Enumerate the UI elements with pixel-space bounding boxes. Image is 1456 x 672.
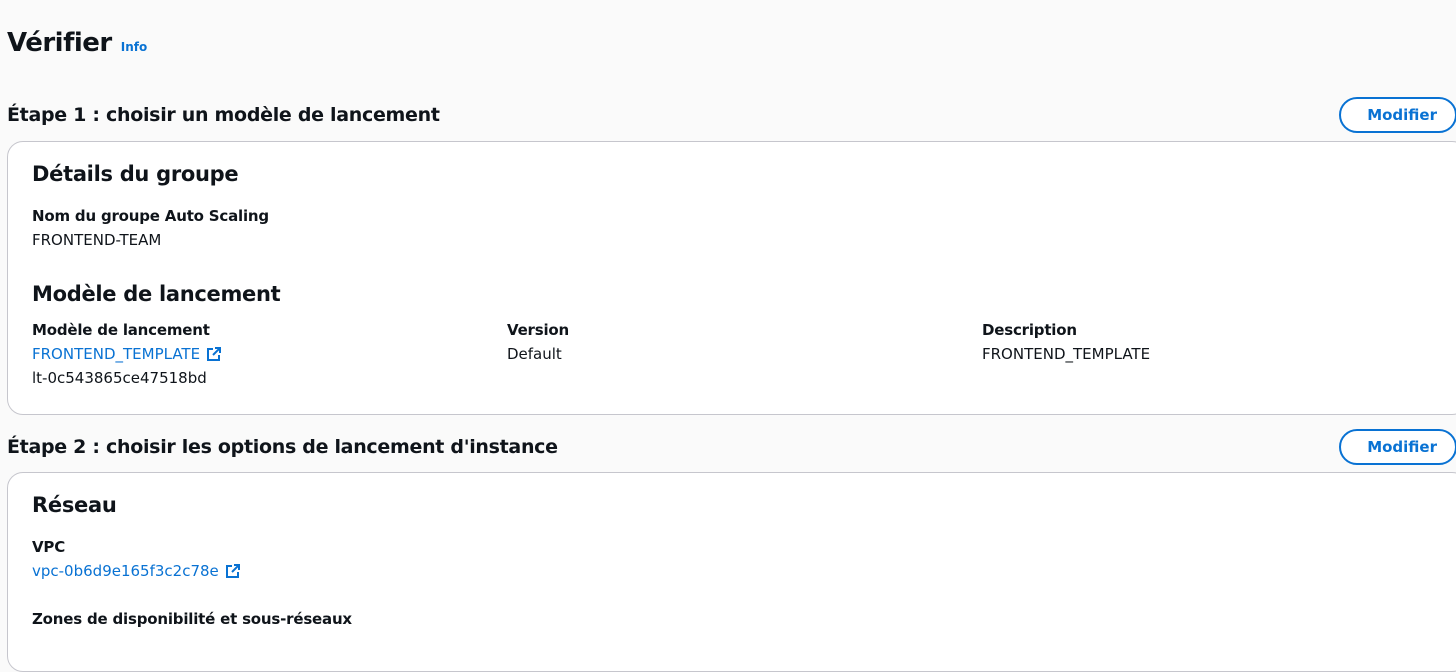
external-link-icon — [207, 347, 222, 361]
step1-title: Étape 1 : choisir un modèle de lancement — [7, 104, 440, 126]
zones-label: Zones de disponibilité et sous-réseaux — [32, 610, 352, 628]
network-heading: Réseau — [32, 493, 117, 517]
description-label: Description — [982, 321, 1077, 339]
version-label: Version — [507, 321, 570, 339]
page-header: Vérifier Info — [7, 28, 147, 58]
description-value: FRONTEND_TEMPLATE — [982, 345, 1151, 363]
step2-card: Réseau VPC vpc-0b6d9e165f3c2c78e Zones d… — [7, 472, 1456, 672]
launch-template-link[interactable]: FRONTEND_TEMPLATE — [32, 342, 223, 366]
page-title: Vérifier — [7, 28, 112, 58]
launch-template-heading: Modèle de lancement — [32, 282, 281, 306]
step2-title: Étape 2 : choisir les options de lanceme… — [7, 436, 558, 458]
vpc-field: VPC vpc-0b6d9e165f3c2c78e — [32, 535, 242, 583]
external-link-icon — [225, 564, 240, 578]
step2-header: Étape 2 : choisir les options de lanceme… — [7, 429, 1456, 465]
group-details-heading: Détails du groupe — [32, 162, 239, 186]
launch-template-label: Modèle de lancement — [32, 321, 210, 339]
step1-card: Détails du groupe Nom du groupe Auto Sca… — [7, 141, 1456, 415]
step2-modify-button[interactable]: Modifier — [1339, 429, 1456, 465]
step1-modify-button[interactable]: Modifier — [1339, 97, 1456, 133]
vpc-link-text: vpc-0b6d9e165f3c2c78e — [32, 562, 219, 580]
launch-template-link-text: FRONTEND_TEMPLATE — [32, 345, 201, 363]
version-value: Default — [507, 345, 562, 363]
group-name-label: Nom du groupe Auto Scaling — [32, 207, 269, 225]
vpc-link[interactable]: vpc-0b6d9e165f3c2c78e — [32, 559, 242, 583]
group-name-field: Nom du groupe Auto Scaling FRONTEND-TEAM — [32, 204, 269, 252]
group-name-value: FRONTEND-TEAM — [32, 231, 162, 249]
zones-field: Zones de disponibilité et sous-réseaux — [32, 607, 352, 631]
info-link[interactable]: Info — [121, 40, 147, 54]
vpc-label: VPC — [32, 538, 66, 556]
launch-template-id: lt-0c543865ce47518bd — [32, 369, 207, 387]
step1-header: Étape 1 : choisir un modèle de lancement… — [7, 97, 1456, 133]
launch-template-field: Modèle de lancement FRONTEND_TEMPLATE lt… — [32, 318, 223, 390]
description-field: Description FRONTEND_TEMPLATE — [982, 318, 1150, 366]
version-field: Version Default — [507, 318, 569, 366]
